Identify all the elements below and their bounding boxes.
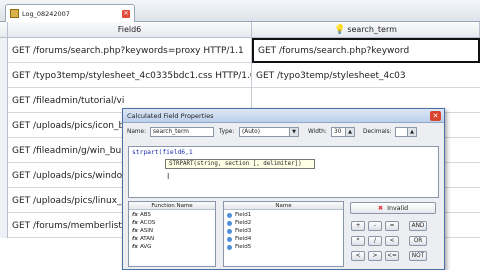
operator-button[interactable]: + xyxy=(351,221,365,231)
type-label: Type: xyxy=(219,129,235,135)
decimals-label: Decimals: xyxy=(363,129,392,135)
function-list-item[interactable]: fx ATAN xyxy=(129,235,215,243)
document-tab[interactable]: Log_08242007 ✕ xyxy=(5,4,135,22)
function-name: AVG xyxy=(139,244,152,250)
function-list-item[interactable]: fx ACOS xyxy=(129,219,215,227)
field-name: Field1 xyxy=(235,212,252,218)
expression-text: strpart(field6,1 xyxy=(132,149,193,156)
field-list-item[interactable]: Field3 xyxy=(224,227,343,235)
operator-button[interactable]: OR xyxy=(409,236,427,246)
row-number-cell[interactable] xyxy=(0,88,8,113)
field-icon xyxy=(227,244,232,250)
function-signature-tooltip: STRPART(string, section [, delimiter]) xyxy=(165,159,315,169)
table-row[interactable]: GET /typo3temp/stylesheet_4c0335bdc1.css… xyxy=(0,63,480,88)
row-number-cell[interactable] xyxy=(0,163,8,188)
operator-button[interactable]: AND xyxy=(409,221,427,231)
name-label: Name: xyxy=(127,129,147,135)
function-list-item[interactable]: fx ABS xyxy=(129,211,215,219)
stepper-arrows-icon: ▲ xyxy=(407,128,416,136)
dialog-title-bar[interactable]: Calculated Field Properties xyxy=(123,109,444,123)
function-name: ATAN xyxy=(139,236,155,242)
operator-button[interactable]: NOT xyxy=(409,251,427,261)
close-tab-icon[interactable]: ✕ xyxy=(122,9,130,18)
field-list-item[interactable]: Field4 xyxy=(224,235,343,243)
field-icon xyxy=(227,220,232,226)
cell-field6[interactable]: GET /typo3temp/stylesheet_4c0335bdc1.css… xyxy=(8,63,252,88)
function-name: ACOS xyxy=(139,220,156,226)
expression-editor[interactable]: strpart(field6,1 STRPART(string, section… xyxy=(128,146,439,198)
decimals-stepper[interactable]: ▲ xyxy=(395,127,417,137)
name-field[interactable]: search_term xyxy=(150,127,214,137)
width-value: 30 xyxy=(334,129,342,135)
width-label: Width: xyxy=(308,129,327,135)
field-name: Field5 xyxy=(235,244,252,250)
cell-field6[interactable]: GET /forums/search.php?keywords=proxy HT… xyxy=(8,38,252,63)
stepper-arrows-icon: ▲ xyxy=(345,128,354,136)
field-name: Field3 xyxy=(235,228,252,234)
invalid-label: Invalid xyxy=(387,204,409,212)
type-select[interactable]: (Auto) ▼ xyxy=(239,127,299,137)
function-list-item[interactable]: fx AVG xyxy=(129,243,215,251)
table-row[interactable]: GET /forums/search.php?keywords=proxy HT… xyxy=(0,38,480,63)
fields-list[interactable]: Name Field1 Field2 Field3 Field4 Field5 xyxy=(223,201,344,267)
field-list-item[interactable]: Field2 xyxy=(224,219,343,227)
row-number-cell[interactable] xyxy=(0,38,8,63)
function-icon: fx xyxy=(132,212,138,218)
fields-list-header: Name xyxy=(224,202,343,210)
row-number-header xyxy=(0,22,8,38)
chevron-down-icon: ▼ xyxy=(289,128,298,136)
column-header-search-term[interactable]: 💡 search_term xyxy=(252,22,480,38)
row-number-cell[interactable] xyxy=(0,63,8,88)
function-name: ABS xyxy=(139,212,151,218)
operator-button[interactable]: < xyxy=(351,251,365,261)
cell-search-term[interactable]: GET /typo3temp/stylesheet_4c03 xyxy=(252,63,480,88)
column-header-field6[interactable]: Field6 xyxy=(8,22,252,38)
function-name: ASIN xyxy=(139,228,153,234)
field-icon xyxy=(227,236,232,242)
document-tab-title: Log_08242007 xyxy=(22,9,70,18)
row-number-cell[interactable] xyxy=(0,138,8,163)
field-list-item[interactable]: Field5 xyxy=(224,243,343,251)
type-select-value: (Auto) xyxy=(242,129,260,135)
function-icon: fx xyxy=(132,236,138,242)
dialog-close-button[interactable]: ✕ xyxy=(430,111,441,121)
function-icon: fx xyxy=(132,228,138,234)
dialog-title: Calculated Field Properties xyxy=(127,111,214,120)
width-stepper[interactable]: 30 ▲ xyxy=(331,127,355,137)
operator-button[interactable]: / xyxy=(368,236,382,246)
function-list-item[interactable]: fx ASIN xyxy=(129,227,215,235)
operator-button[interactable]: <= xyxy=(385,251,399,261)
operator-button[interactable]: - xyxy=(368,221,382,231)
row-number-cell[interactable] xyxy=(0,188,8,213)
operator-button[interactable]: = xyxy=(385,221,399,231)
field-list-item[interactable]: Field1 xyxy=(224,211,343,219)
field-name: Field2 xyxy=(235,220,252,226)
row-number-cell[interactable] xyxy=(0,213,8,238)
field-icon xyxy=(227,228,232,234)
function-icon: fx xyxy=(132,244,138,250)
operator-button[interactable]: < xyxy=(385,236,399,246)
table-icon xyxy=(10,9,19,18)
column-header-label: Field6 xyxy=(117,25,142,34)
field-icon xyxy=(227,212,232,218)
field-name: Field4 xyxy=(235,236,252,242)
function-list[interactable]: Function Name fx ABS fx ACOS fx ASIN fx ATAN fx A… xyxy=(128,201,216,267)
calculated-field-dialog: Calculated Field Properties ✕ Name: sear… xyxy=(122,108,445,270)
function-list-header: Function Name xyxy=(129,202,215,210)
text-cursor-icon: I xyxy=(167,172,170,181)
column-header-label: search_term xyxy=(347,25,397,34)
document-tab-bar: Log_08242007 ✕ xyxy=(0,0,480,22)
invalid-x-icon: ✖ xyxy=(377,204,384,212)
row-number-cell[interactable] xyxy=(0,113,8,138)
function-icon: fx xyxy=(132,220,138,226)
cell-search-term[interactable]: GET /forums/search.php?keyword xyxy=(252,38,480,63)
operator-button[interactable]: > xyxy=(368,251,382,261)
operator-button[interactable]: * xyxy=(351,236,365,246)
invalid-status-button[interactable]: ✖ Invalid xyxy=(350,202,436,214)
calculated-field-icon: 💡 xyxy=(334,24,346,35)
